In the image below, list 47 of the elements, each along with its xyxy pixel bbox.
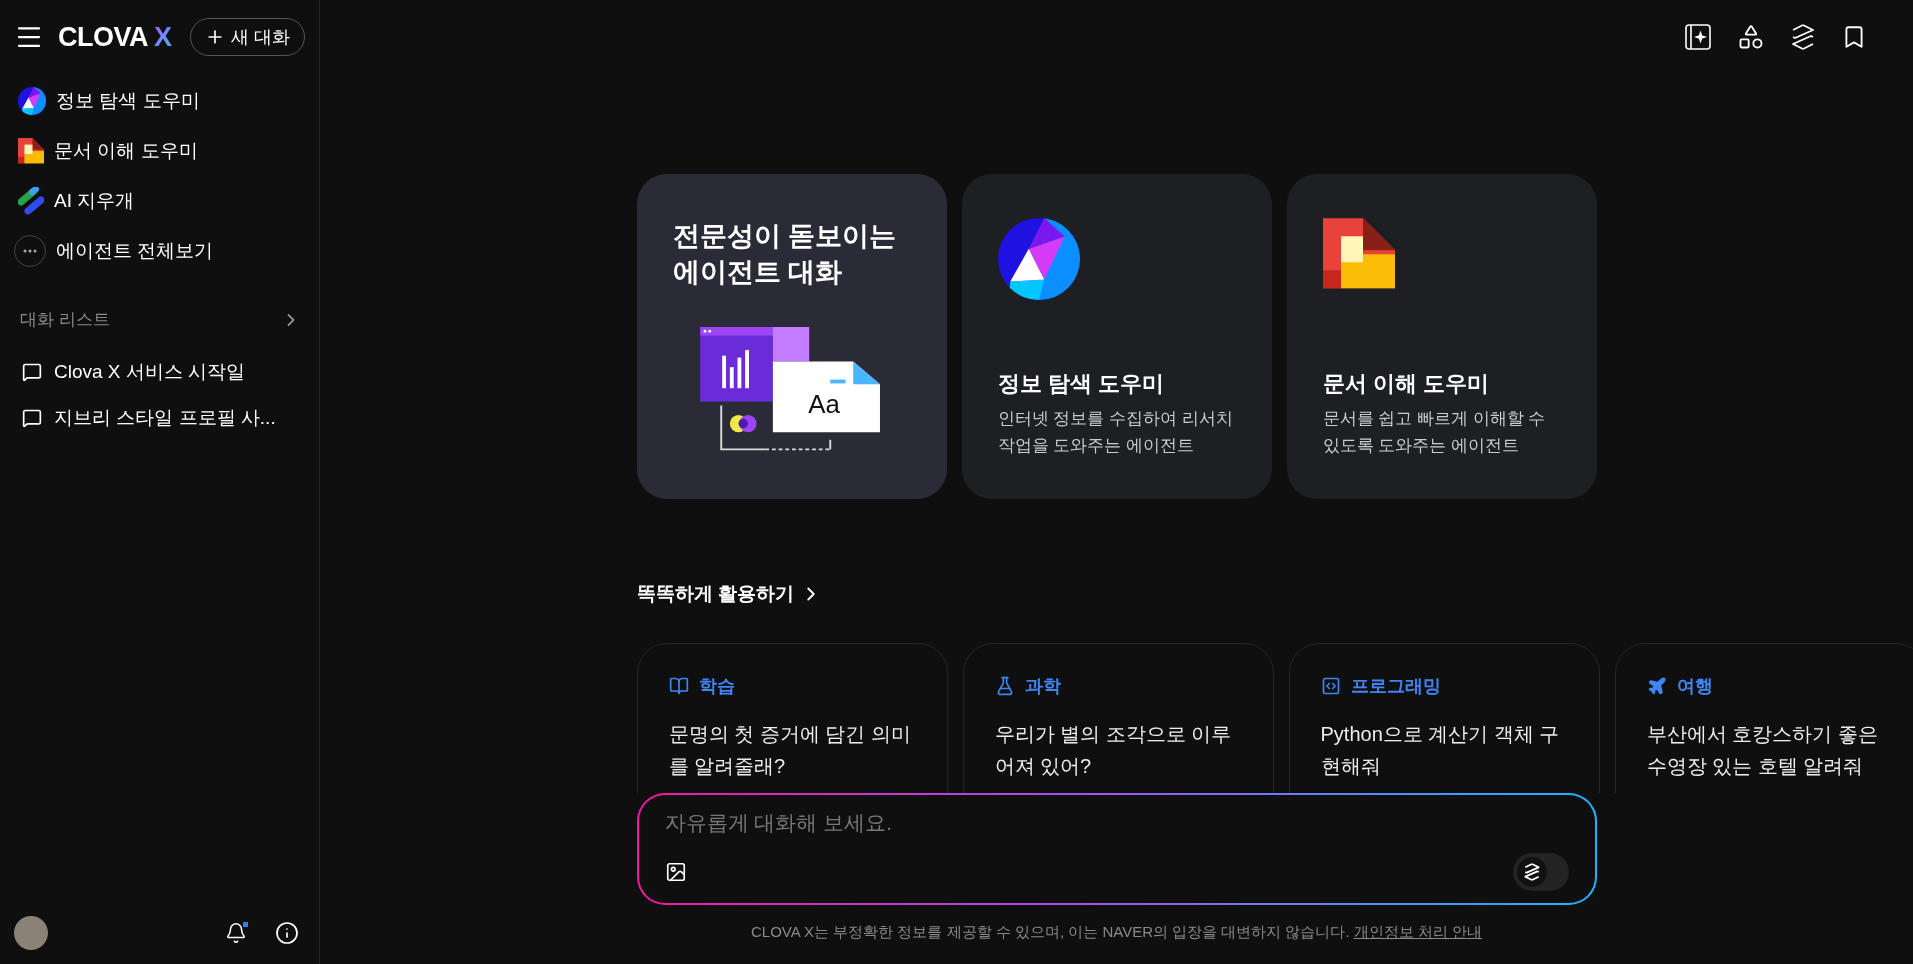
agent-item[interactable]: 정보 탐색 도우미 [14,84,305,118]
layers-icon [1523,863,1540,881]
document-logo-icon [1322,218,1395,289]
agent-item[interactable]: 에이전트 전체보기 [14,234,305,268]
chat-list-header[interactable]: 대화 리스트 [14,308,305,331]
agent-card[interactable]: 문서 이해 도우미 문서를 쉽고 빠르게 이해할 수 있도록 도와주는 에이전트 [1286,174,1597,499]
illustration-text: Aa [807,389,840,418]
prompt-text: 부산에서 호캉스하기 좋은 수영장 있는 호텔 알려줘 [1646,722,1879,779]
eraser-logo-icon [18,187,44,215]
info-icon[interactable] [275,921,299,945]
image-icon[interactable] [664,861,687,883]
card-description: 문서를 쉽고 빠르게 이해할 수 있도록 도와주는 에이전트 [1322,408,1547,457]
agent-item[interactable]: AI 지우개 [14,184,305,218]
section-title[interactable]: 똑똑하게 활용하기 [636,581,822,607]
logo: CLOVA X [58,21,172,53]
book-icon [668,676,689,696]
category-label: 프로그래밍 [1350,675,1441,698]
avatar[interactable] [14,916,48,950]
category-label: 과학 [1024,675,1061,698]
shapes-icon[interactable] [1737,23,1765,51]
mode-switch[interactable] [1512,853,1569,891]
card-description: 인터넷 정보를 수집하여 리서치 작업을 도와주는 에이전트 [997,408,1234,457]
card-title: 문서 이해 도우미 [1322,369,1490,398]
airplane-icon [1646,676,1667,696]
prompt-text: Python으로 계산기 객체 구 현해줘 [1320,722,1561,779]
prompt-text: 문명의 첫 증거에 담긴 의미 를 알려줄래? [668,722,912,779]
agent-item[interactable]: 문서 이해 도우미 [14,134,305,168]
sparkle-panel-icon[interactable] [1685,24,1711,50]
code-window-icon [1320,676,1341,696]
privacy-link[interactable]: 개인정보 처리 안내 [1353,923,1482,940]
chat-item[interactable]: Clova X 서비스 시작일 [14,359,305,385]
disclaimer-text: CLOVA X는 부정확한 정보를 제공할 수 있으며, 이는 NAVER의 입장을 대변하지 않습니다. 개인정보 처리 안내 [751,923,1482,942]
chat-item[interactable]: 지브리 스타일 프로필 사... [14,405,305,431]
intro-card[interactable]: 전문성이 돋보이는 에이전트 대화 Aa [636,174,947,499]
layers-icon[interactable] [1791,24,1815,50]
chat-bubble-icon [22,362,42,382]
message-input[interactable]: 자유롭게 대화해 보세요. [664,811,1569,835]
prompt-text: 우리가 별의 조각으로 이루 어져 있어? [994,722,1233,779]
chat-bubble-icon [22,408,42,428]
card-title: 정보 탐색 도우미 [997,369,1165,398]
bell-icon[interactable] [225,922,247,944]
category-label: 학습 [698,675,735,698]
document-logo-icon [18,138,44,164]
category-label: 여행 [1676,675,1713,698]
agent-card[interactable]: 정보 탐색 도우미 인터넷 정보를 수집하여 리서치 작업을 도와주는 에이전트 [961,174,1272,499]
compass-logo-icon [18,87,46,115]
card-title: 전문성이 돋보이는 에이전트 대화 [672,220,897,290]
